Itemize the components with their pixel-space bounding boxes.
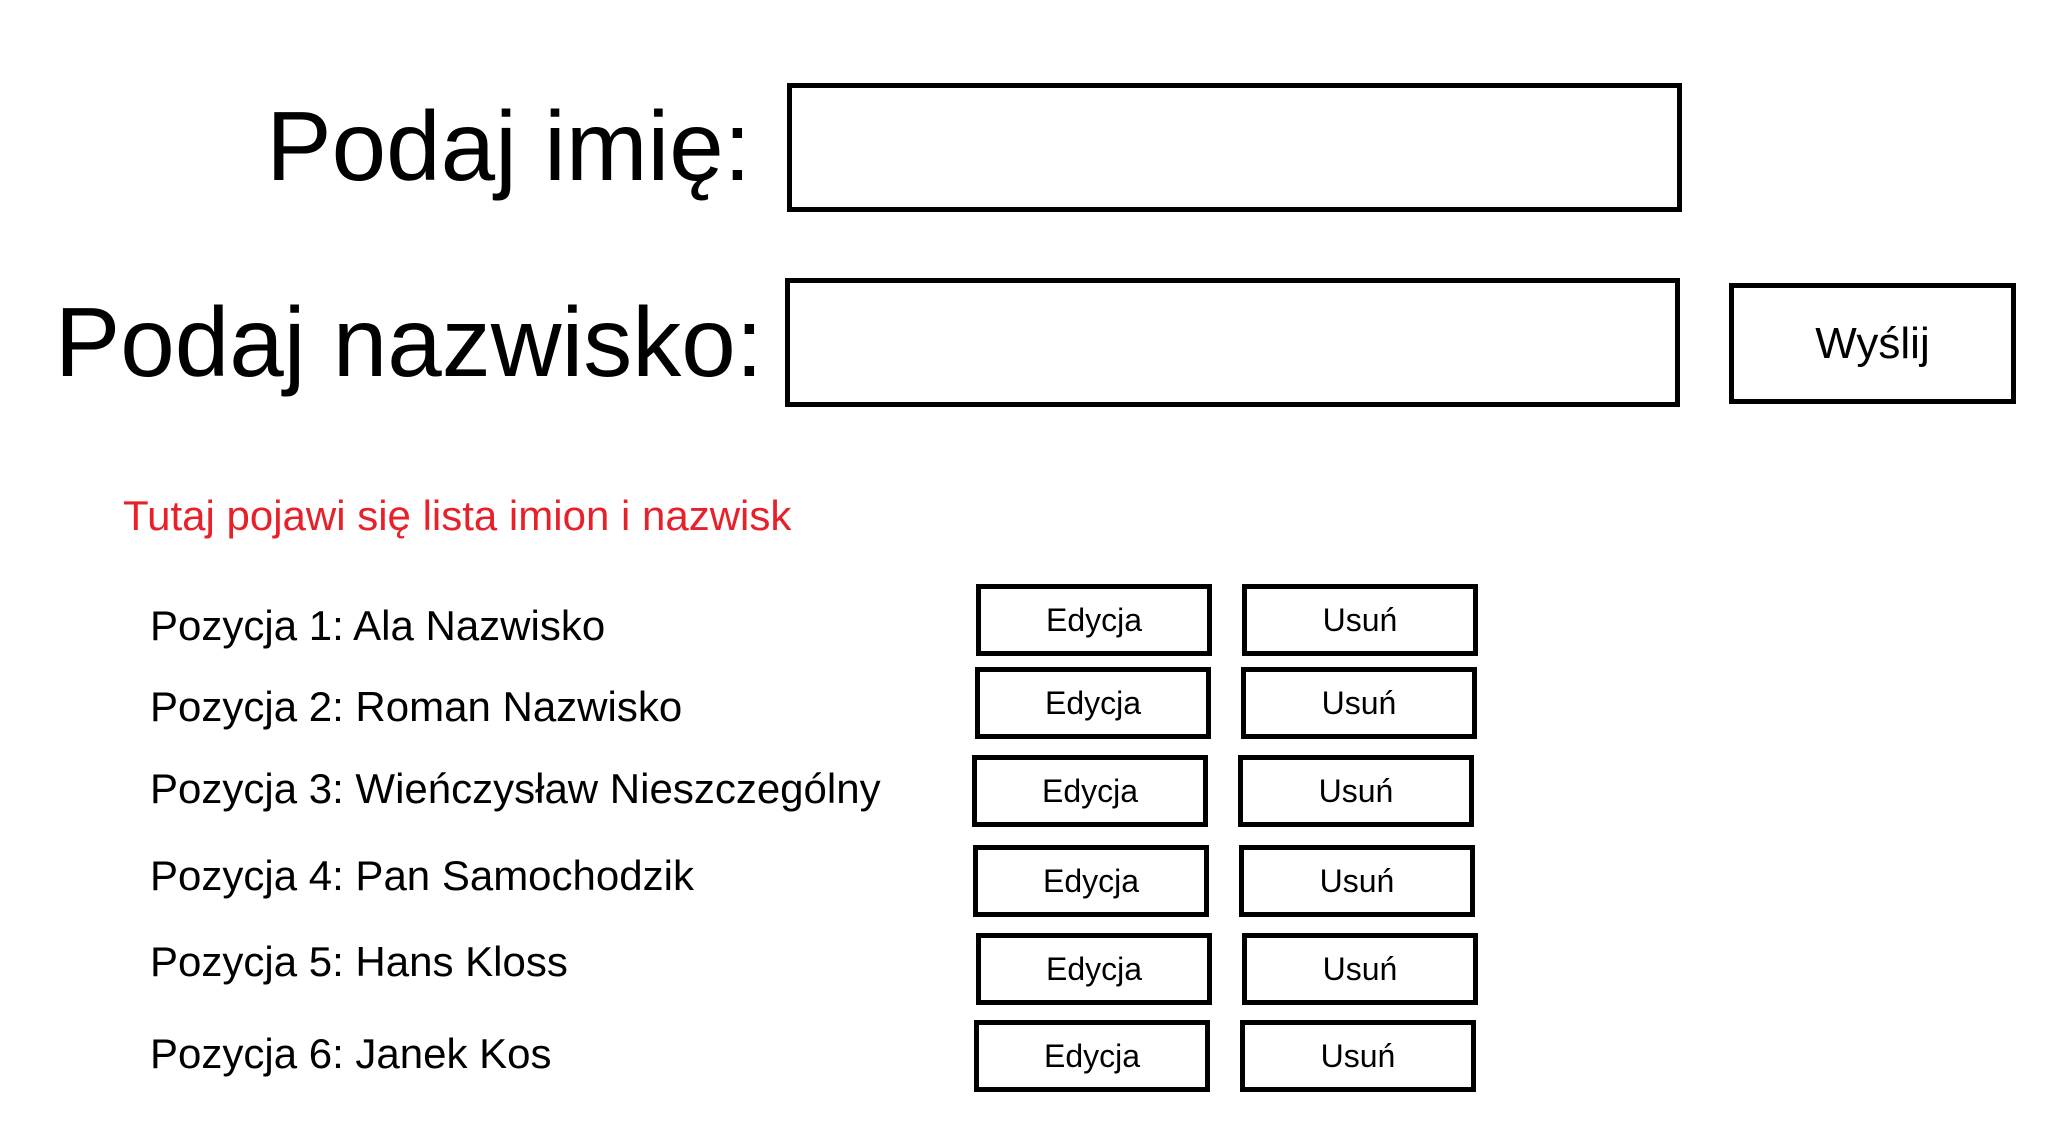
edit-button[interactable]: Edycja [972,755,1208,827]
list-item-label: Pozycja 2: Roman Nazwisko [150,683,683,730]
first-name-input[interactable] [787,83,1682,212]
delete-button[interactable]: Usuń [1239,845,1475,917]
list-heading: Tutaj pojawi się lista imion i nazwisk [123,492,792,539]
list-item-label: Pozycja 4: Pan Samochodzik [150,852,694,899]
edit-button[interactable]: Edycja [973,845,1209,917]
delete-button[interactable]: Usuń [1238,755,1474,827]
delete-button[interactable]: Usuń [1242,584,1478,656]
list-item-label: Pozycja 3: Wieńczysław Nieszczególny [150,765,881,812]
edit-button[interactable]: Edycja [975,667,1211,739]
delete-button[interactable]: Usuń [1241,667,1477,739]
last-name-label: Podaj nazwisko: [54,287,763,397]
list-item-label: Pozycja 1: Ala Nazwisko [150,602,606,649]
edit-button[interactable]: Edycja [974,1020,1210,1092]
list-item-label: Pozycja 5: Hans Kloss [150,938,568,985]
last-name-input[interactable] [785,278,1680,407]
edit-button[interactable]: Edycja [976,933,1212,1005]
delete-button[interactable]: Usuń [1242,933,1478,1005]
list-item-label: Pozycja 6: Janek Kos [150,1030,552,1077]
submit-button[interactable]: Wyślij [1729,283,2016,404]
delete-button[interactable]: Usuń [1240,1020,1476,1092]
edit-button[interactable]: Edycja [976,584,1212,656]
first-name-label: Podaj imię: [266,91,751,201]
